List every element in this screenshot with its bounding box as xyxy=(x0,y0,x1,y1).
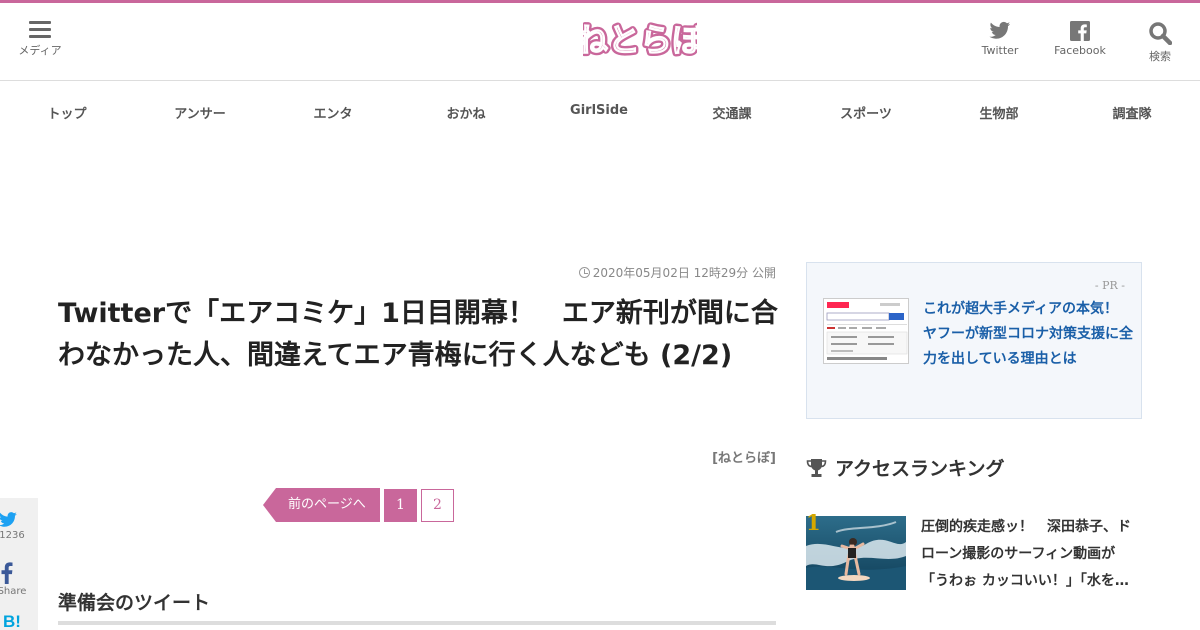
ranking-1-number: 1 xyxy=(806,510,821,535)
nav-item-answer[interactable]: アンサー xyxy=(174,103,225,122)
page-2-button[interactable]: 2 xyxy=(421,489,454,522)
ranking-1-title[interactable]: 圧倒的疾走感ッ！ 深田恭子、ドローン撮影のサーフィン動画が「うわぉ カッコいい！… xyxy=(921,514,1143,595)
hatena-bookmark-icon: B! xyxy=(3,612,21,630)
ranking-heading-text: アクセスランキング xyxy=(835,458,1005,480)
site-header: メディア ねとらぼ ねとらぼ Twitter Facebook 検索 xyxy=(0,3,1200,81)
pr-ad-box[interactable]: - PR - これが超大手メディアの本気！ ヤフーが新型コロナ対策支援に全力を出… xyxy=(806,262,1142,419)
facebook-icon xyxy=(1,562,13,584)
search-icon xyxy=(1149,22,1172,45)
netorabo-logo-icon: ねとらぼ ねとらぼ xyxy=(573,18,708,62)
nav-item-seibutsubu[interactable]: 生物部 xyxy=(979,103,1018,122)
surfing-photo-icon xyxy=(806,516,906,590)
nav-item-chousatai[interactable]: 調査隊 xyxy=(1112,103,1151,122)
share-hatena-button[interactable]: B! xyxy=(0,612,38,630)
site-logo[interactable]: ねとらぼ ねとらぼ xyxy=(573,17,708,65)
page-1-button[interactable]: 1 xyxy=(384,489,417,522)
header-twitter-button[interactable]: Twitter xyxy=(976,17,1024,57)
clock-icon xyxy=(578,267,590,278)
nav-item-top[interactable]: トップ xyxy=(47,103,86,122)
media-menu-button[interactable]: メディア xyxy=(14,17,66,58)
nav-item-sports[interactable]: スポーツ xyxy=(840,103,892,122)
facebook-icon xyxy=(1070,21,1090,41)
category-nav: トップ アンサー エンタ おかね GirlSide 交通課 スポーツ 生物部 調… xyxy=(0,82,1200,140)
nav-item-okane[interactable]: おかね xyxy=(446,103,485,122)
ranking-heading: アクセスランキング xyxy=(806,454,1004,481)
svg-text:ねとらぼ: ねとらぼ xyxy=(583,21,697,59)
prev-arrow-icon xyxy=(263,488,276,522)
header-search-button[interactable]: 検索 xyxy=(1136,17,1184,64)
header-facebook-button[interactable]: Facebook xyxy=(1050,17,1110,57)
header-search-label: 検索 xyxy=(1149,50,1171,63)
prev-page-label: 前のページへ xyxy=(288,497,366,512)
pr-link-text[interactable]: これが超大手メディアの本気！ ヤフーが新型コロナ対策支援に全力を出している理由と… xyxy=(923,297,1133,372)
share-twitter-button[interactable]: 1236 xyxy=(0,512,38,541)
article-title: Twitterで「エアコミケ」1日目開幕！ エア新刊が間に合わなかった人、間違え… xyxy=(58,298,778,371)
prev-page-button[interactable]: 前のページへ xyxy=(263,488,380,522)
header-twitter-label: Twitter xyxy=(981,44,1019,57)
section-heading: 準備会のツイート xyxy=(58,592,211,614)
article-byline: [ねとらぼ] xyxy=(712,451,776,466)
media-menu-label: メディア xyxy=(18,44,62,57)
twitter-share-count: 1236 xyxy=(0,530,25,541)
nav-item-girlside[interactable]: GirlSide xyxy=(570,103,628,118)
section-divider xyxy=(58,621,776,625)
publish-date: 2020年05月02日 12時29分 公開 xyxy=(578,264,776,281)
facebook-share-label: Share xyxy=(0,586,27,597)
share-facebook-button[interactable]: Share xyxy=(0,562,38,597)
nav-item-koutsuka[interactable]: 交通課 xyxy=(712,103,751,122)
share-sidebar: 1236 Share B! xyxy=(0,498,38,630)
twitter-icon xyxy=(0,512,17,527)
header-facebook-label: Facebook xyxy=(1054,44,1106,57)
nav-item-enta[interactable]: エンタ xyxy=(313,103,352,122)
hamburger-icon xyxy=(29,21,51,39)
twitter-icon xyxy=(989,21,1011,39)
trophy-icon xyxy=(806,459,827,477)
search-screenshot-thumbnail-icon xyxy=(824,299,908,363)
pr-label: - PR - xyxy=(1094,279,1125,292)
ranking-1-thumbnail[interactable] xyxy=(806,516,906,590)
publish-date-text: 2020年05月02日 12時29分 公開 xyxy=(592,266,776,280)
pr-thumbnail xyxy=(823,298,909,364)
